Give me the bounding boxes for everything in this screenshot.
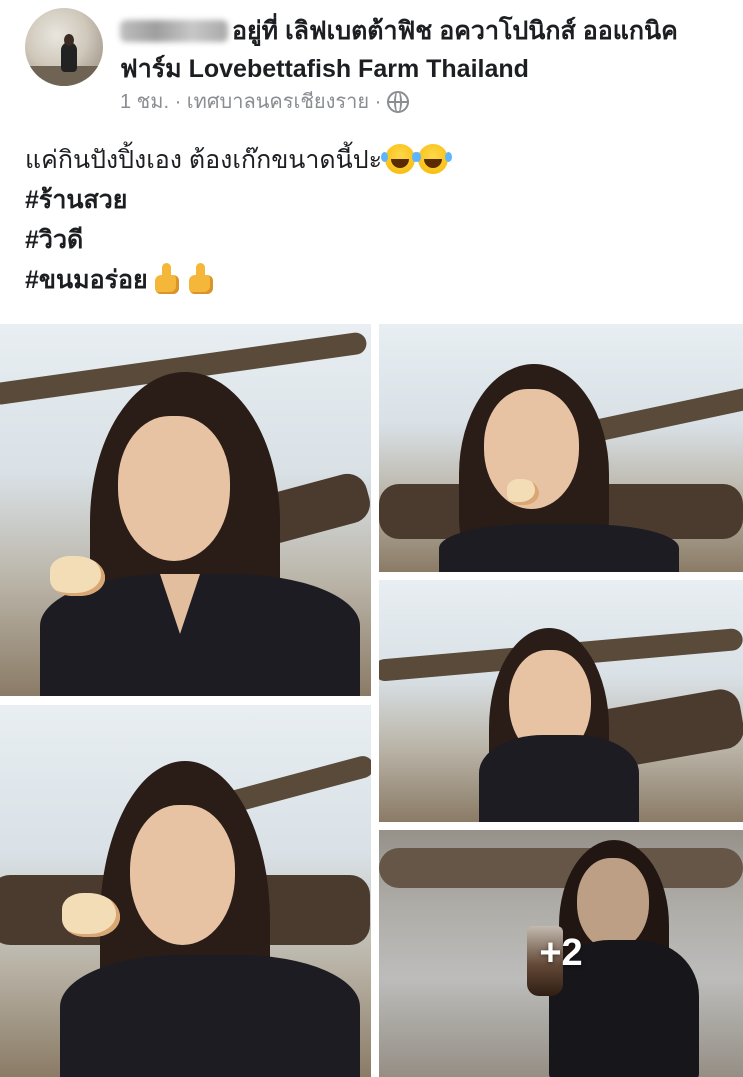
photo-1[interactable] [0,324,371,696]
meta-separator: · [174,91,182,113]
photo-2[interactable] [379,324,743,572]
hashtag-link[interactable]: #ขนมอร่อย [25,266,148,294]
hashtag-line: #ขนมอร่อย [25,260,725,300]
author-location-line[interactable]: อยู่ที่ เลิฟเบตต้าฟิช อควาโปนิกส์ ออแกนิ… [120,12,730,88]
thumbs-up-emoji-icon [152,263,182,295]
caption-line: แค่กินปังปิ้งเอง ต้องเก๊กขนาดนี้ปะ [25,140,725,180]
photo-gallery: +2 [0,324,743,1077]
globe-icon[interactable] [386,91,409,113]
post-meta: 1 ชม. · เทศบาลนครเชียงราย · [120,88,409,116]
photo-4[interactable] [0,705,371,1077]
laughing-emoji-icon [381,144,416,174]
laughing-emoji-icon [414,144,449,174]
post-time[interactable]: 1 ชม. [120,91,169,113]
post-header: อยู่ที่ เลิฟเบตต้าฟิช อควาโปนิกส์ ออแกนิ… [0,0,743,120]
photo-3[interactable] [379,580,743,822]
avatar[interactable] [25,8,103,86]
more-photos-overlay[interactable]: +2 [379,830,743,1077]
post-location[interactable]: เทศบาลนครเชียงราย [187,91,369,113]
photo-5[interactable]: +2 [379,830,743,1077]
hashtag-link[interactable]: #ร้านสวย [25,180,725,220]
meta-separator-2: · [374,91,382,113]
more-photos-count[interactable]: +2 [539,932,582,975]
author-name-redacted[interactable] [120,20,228,42]
post-caption: แค่กินปังปิ้งเอง ต้องเก๊กขนาดนี้ปะ #ร้าน… [25,140,725,300]
hashtag-link[interactable]: #วิวดี [25,220,725,260]
caption-text: แค่กินปังปิ้งเอง ต้องเก๊กขนาดนี้ปะ [25,146,383,174]
thumbs-up-emoji-icon [186,263,216,295]
